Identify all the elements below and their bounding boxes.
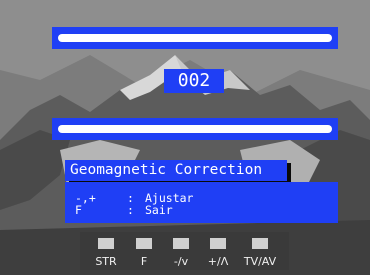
adjustment-bar-top bbox=[52, 27, 338, 49]
key-f-button[interactable] bbox=[136, 238, 152, 249]
key-minus-label: -/v bbox=[173, 255, 189, 268]
help-panel: -,+: Ajustar F: Sair bbox=[65, 182, 338, 223]
key-minus[interactable]: -/v bbox=[161, 232, 201, 270]
level-bar-bottom bbox=[58, 125, 332, 133]
help-action: Sair bbox=[145, 203, 173, 217]
help-key: -,+ bbox=[75, 191, 96, 205]
key-plus-button[interactable] bbox=[210, 238, 226, 249]
key-f[interactable]: F bbox=[124, 232, 164, 270]
key-tvav-button[interactable] bbox=[252, 238, 268, 249]
remote-key-bar: STR F -/v +/Λ TV/AV bbox=[80, 232, 289, 270]
level-bar-top bbox=[58, 34, 332, 42]
key-tvav-label: TV/AV bbox=[243, 255, 277, 268]
help-key: F bbox=[75, 203, 82, 217]
channel-number: 002 bbox=[164, 69, 224, 93]
key-tvav[interactable]: TV/AV bbox=[240, 232, 280, 270]
key-f-label: F bbox=[140, 255, 148, 268]
key-str-label: STR bbox=[95, 255, 117, 268]
key-str-button[interactable] bbox=[98, 238, 114, 249]
key-minus-button[interactable] bbox=[173, 238, 189, 249]
key-plus-label: +/Λ bbox=[207, 255, 229, 268]
adjustment-bar-bottom bbox=[52, 118, 338, 140]
help-separator: : bbox=[127, 203, 134, 217]
help-row-adjust: -,+: Ajustar bbox=[75, 192, 193, 204]
key-str[interactable]: STR bbox=[86, 232, 126, 270]
key-plus[interactable]: +/Λ bbox=[198, 232, 238, 270]
help-row-exit: F: Sair bbox=[75, 204, 173, 216]
menu-title: Geomagnetic Correction bbox=[65, 160, 287, 181]
